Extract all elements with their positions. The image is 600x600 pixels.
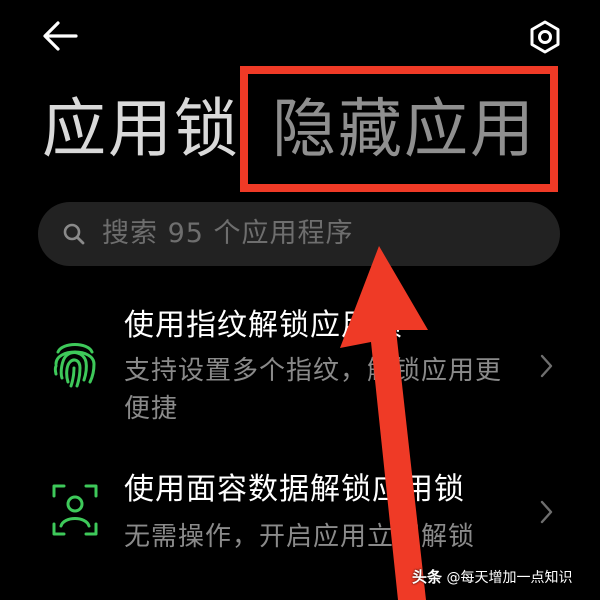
chevron-right-icon: [540, 354, 553, 378]
item-description: 无需操作，开启应用立即解锁: [124, 522, 476, 552]
item-title: 使用面容数据解锁应用锁: [124, 472, 465, 507]
arrow-left-icon: [43, 21, 78, 51]
watermark-brand: 头条: [412, 568, 443, 586]
search-icon: [63, 223, 85, 245]
fingerprint-icon: [53, 343, 96, 388]
list-item-fingerprint-unlock[interactable]: 使用指纹解锁应用锁 支持设置多个指纹，解锁应用更便捷: [0, 296, 600, 436]
settings-hexagon-icon: [530, 20, 560, 54]
item-title: 使用指纹解锁应用锁: [124, 308, 403, 343]
tab-hidden-apps[interactable]: 隐藏应用: [272, 92, 536, 168]
list-item-face-unlock[interactable]: 使用面容数据解锁应用锁 无需操作，开启应用立即解锁: [0, 462, 600, 572]
search-placeholder: 搜索 95 个应用程序: [102, 218, 354, 249]
app-lock-screen: 应用锁 隐藏应用 搜索 95 个应用程序 使用指纹解锁应用锁 支持设置多个指纹，…: [0, 0, 600, 600]
back-button[interactable]: [38, 16, 82, 56]
chevron-right-icon: [540, 500, 553, 524]
search-input[interactable]: 搜索 95 个应用程序: [38, 202, 560, 266]
tab-app-lock[interactable]: 应用锁: [42, 92, 240, 168]
face-scan-icon: [52, 484, 98, 536]
item-description: 支持设置多个指纹，解锁应用更便捷: [124, 356, 503, 424]
settings-button[interactable]: [522, 14, 568, 60]
watermark-handle: @每天增加一点知识: [446, 570, 573, 586]
watermark: 头条 @每天增加一点知识: [412, 566, 572, 589]
